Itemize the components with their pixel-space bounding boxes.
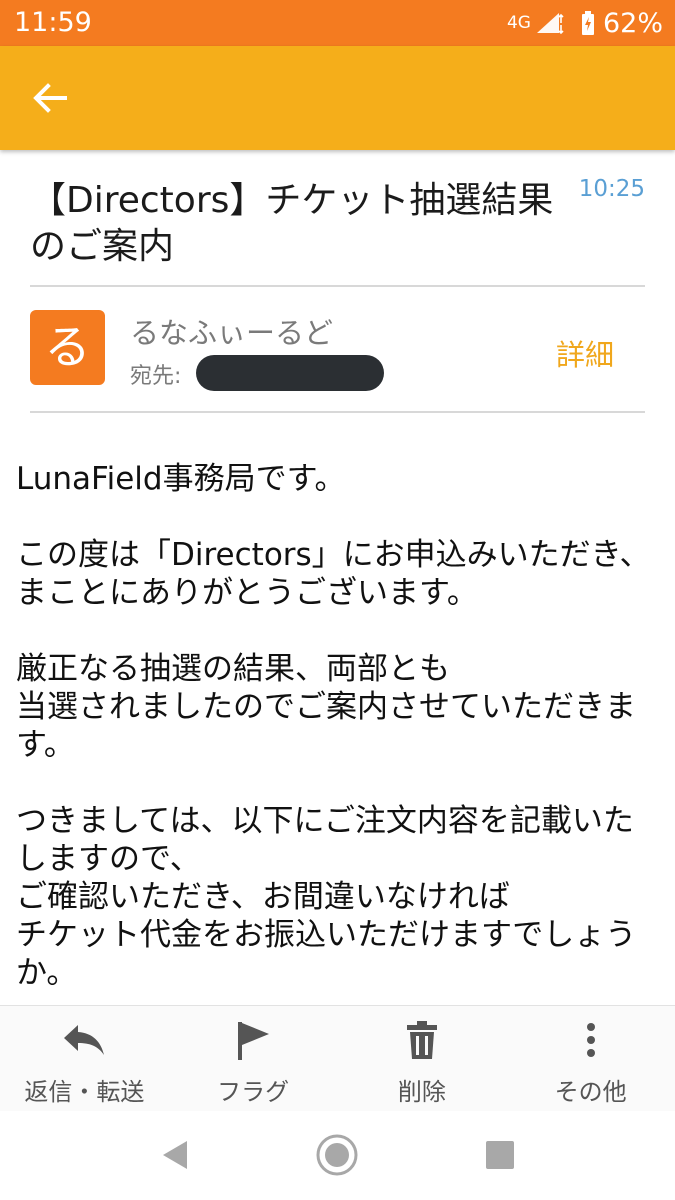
delete-label: 削除 [397,1078,446,1106]
sender-name: るなふぃーるど [130,316,334,350]
nav-back-button[interactable] [152,1133,196,1177]
body-paragraph: つきましては、以下にご注文内容を記載いたしますので、 ご確認いただき、お間違いな… [16,803,637,991]
divider [30,285,645,287]
battery-level: 62% [602,7,663,39]
body-paragraph: この度は「Directors」にお申込みいただき、 まことにありがとうございます… [16,537,651,611]
more-label: その他 [554,1078,627,1106]
sender-avatar: る [30,310,105,385]
trash-icon [406,1021,437,1059]
square-recents-icon [486,1141,514,1169]
status-time: 11:59 [14,7,92,38]
message-body: LunaField事務局です。 この度は「Directors」にお申込みいただき… [16,460,661,992]
recipient-label: 宛先: [130,364,182,389]
flag-button[interactable]: フラグ [169,1006,338,1111]
details-button[interactable]: 詳細 [556,332,614,374]
triangle-back-icon [163,1141,187,1169]
network-type: 4G [506,13,531,33]
message-subject: 【Directors】チケット抽選結果のご案内 [30,180,554,267]
arrow-left-icon [33,83,67,113]
battery-icon [581,11,594,35]
reply-forward-label: 返信・転送 [24,1078,145,1106]
app-bar [0,46,675,150]
divider [30,411,645,413]
flag-icon [238,1022,270,1060]
delete-button[interactable]: 削除 [338,1006,507,1111]
back-button[interactable] [20,70,80,126]
reply-icon [64,1025,105,1055]
message-time: 10:25 [578,176,645,202]
nav-recents-button[interactable] [478,1133,522,1177]
circle-home-icon [316,1134,358,1176]
nav-home-button[interactable] [315,1133,359,1177]
more-vert-icon [586,1023,595,1057]
more-button[interactable]: その他 [506,1006,675,1111]
action-bar: 返信・転送 フラグ 削除 その他 [0,1005,675,1112]
reply-forward-button[interactable]: 返信・転送 [0,1006,169,1111]
recipient-redacted [196,355,384,391]
status-indicators: 4G 62% [507,6,663,40]
system-nav-bar [0,1111,675,1200]
body-paragraph: LunaField事務局です。 [16,461,346,497]
signal-icon [536,13,564,35]
body-paragraph: 厳正なる抽選の結果、両部とも 当選されましたのでご案内させていただきます。 [16,651,636,763]
flag-label: フラグ [217,1078,290,1106]
status-bar: 11:59 4G 62% [0,0,675,46]
